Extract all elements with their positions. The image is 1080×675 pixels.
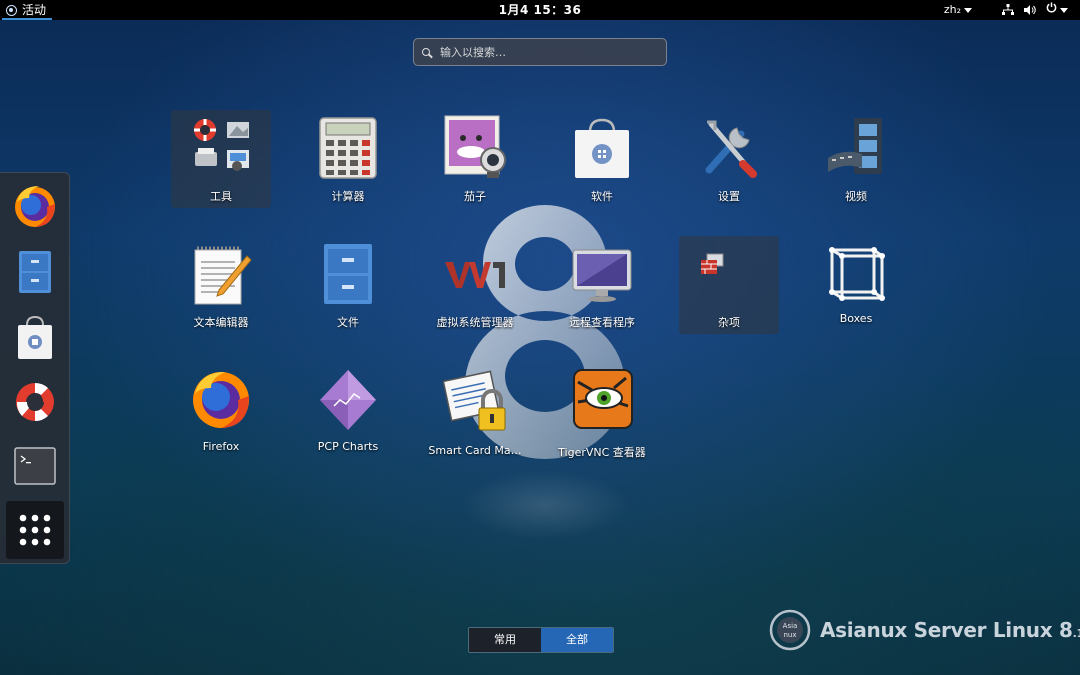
remote-viewer-icon <box>572 249 632 302</box>
misc-folder-icon <box>701 253 724 274</box>
all-button[interactable]: 全部 <box>541 628 613 652</box>
app-pcp-charts[interactable]: PCP Charts <box>298 362 398 460</box>
dash <box>0 172 70 564</box>
app-label: 远程查看程序 <box>569 316 635 329</box>
software-icon <box>18 315 52 359</box>
cheese-icon <box>444 115 506 178</box>
svg-text:Asia: Asia <box>783 622 798 630</box>
software-icon <box>575 118 629 178</box>
app-tools[interactable]: 工具 <box>171 110 271 208</box>
pcp-charts-icon <box>320 370 376 430</box>
input-method-label: zh₂ <box>943 3 961 16</box>
clock[interactable]: 1月4 15：36 <box>0 0 1080 20</box>
app-software[interactable]: 软件 <box>552 110 652 208</box>
terminal-icon <box>14 447 56 485</box>
dash-software[interactable] <box>6 309 64 367</box>
app-label: 计算器 <box>331 190 365 203</box>
brand-name-text: Asianux Server Linux <box>820 618 1053 642</box>
app-settings[interactable]: 设置 <box>679 110 779 208</box>
input-method-indicator[interactable]: zh₂ <box>944 0 972 20</box>
smart-card-manager-icon <box>443 370 506 431</box>
firefox-icon <box>193 372 249 428</box>
chevron-down-icon <box>1060 7 1068 13</box>
dash-help[interactable] <box>6 373 64 431</box>
help-icon <box>16 382 54 422</box>
app-label: 茄子 <box>464 190 486 203</box>
firefox-icon <box>15 186 55 227</box>
app-label: 工具 <box>210 190 232 203</box>
show-apps-icon <box>19 514 51 546</box>
svg-text:nux: nux <box>783 631 796 639</box>
app-label: 文本编辑器 <box>193 316 249 329</box>
app-label: TigerVNC 查看器 <box>558 446 646 459</box>
app-firefox[interactable]: Firefox <box>171 362 271 460</box>
view-switch: 常用 全部 <box>468 627 614 653</box>
app-video[interactable]: 视频 <box>806 110 906 208</box>
system-tray[interactable]: zh₂ <box>944 0 1068 20</box>
brand-version: 8 <box>1058 618 1073 642</box>
app-boxes[interactable]: Boxes <box>806 236 906 334</box>
app-tigervnc-viewer[interactable]: TigerVNC 查看器 <box>552 362 652 460</box>
app-remote-viewer[interactable]: 远程查看程序 <box>552 236 652 334</box>
search-box[interactable] <box>413 38 667 66</box>
video-icon <box>828 118 882 174</box>
top-bar: 活动 1月4 15：36 zh₂ <box>0 0 1080 20</box>
calculator-icon <box>319 117 377 179</box>
brand-watermark: Asia nux Asianux Server Linux 8.1 <box>768 608 1080 652</box>
app-label: PCP Charts <box>317 440 379 453</box>
brand-version-minor: .1 <box>1072 627 1080 640</box>
chevron-down-icon <box>964 7 972 13</box>
app-label: 软件 <box>591 190 613 203</box>
power-menu[interactable] <box>1046 0 1068 20</box>
app-files[interactable]: 文件 <box>298 236 398 334</box>
search-input[interactable] <box>438 44 642 60</box>
dash-files[interactable] <box>6 243 64 301</box>
app-label: 文件 <box>337 316 359 329</box>
app-misc[interactable]: 杂项 <box>679 236 779 334</box>
brand-name: Asianux Server Linux 8.1 <box>820 618 1080 642</box>
network-icon <box>1002 4 1014 15</box>
tools-folder-icon <box>194 119 249 171</box>
volume-icon <box>1024 5 1036 15</box>
dash-firefox[interactable] <box>6 177 64 235</box>
app-smart-card-manager[interactable]: Smart Card Ma… <box>425 362 525 460</box>
dash-show-applications[interactable] <box>6 501 64 559</box>
app-label: 杂项 <box>718 316 740 329</box>
files-icon <box>19 251 51 293</box>
search-icon <box>422 48 430 56</box>
asianux-logo-icon: Asia nux <box>769 609 811 651</box>
app-label: 视频 <box>845 190 867 203</box>
app-text-editor[interactable]: 文本编辑器 <box>171 236 271 334</box>
app-virt-manager[interactable]: 虚拟系统管理器 <box>425 236 525 334</box>
tigervnc-icon <box>573 369 633 429</box>
frequent-button[interactable]: 常用 <box>469 628 541 652</box>
app-label: 设置 <box>718 190 740 203</box>
virt-manager-icon <box>445 262 505 288</box>
app-label: 虚拟系统管理器 <box>436 316 514 329</box>
app-cheese[interactable]: 茄子 <box>425 110 525 208</box>
power-icon <box>1046 2 1057 13</box>
app-label: Firefox <box>202 440 240 453</box>
files-icon <box>324 244 372 304</box>
app-label: Boxes <box>839 312 873 325</box>
dash-terminal[interactable] <box>6 437 64 495</box>
text-editor-icon <box>194 246 252 305</box>
app-calculator[interactable]: 计算器 <box>298 110 398 208</box>
app-label: Smart Card Ma… <box>428 444 522 457</box>
settings-icon <box>705 120 757 178</box>
boxes-icon <box>829 247 885 301</box>
wallpaper-reflection <box>460 470 630 540</box>
